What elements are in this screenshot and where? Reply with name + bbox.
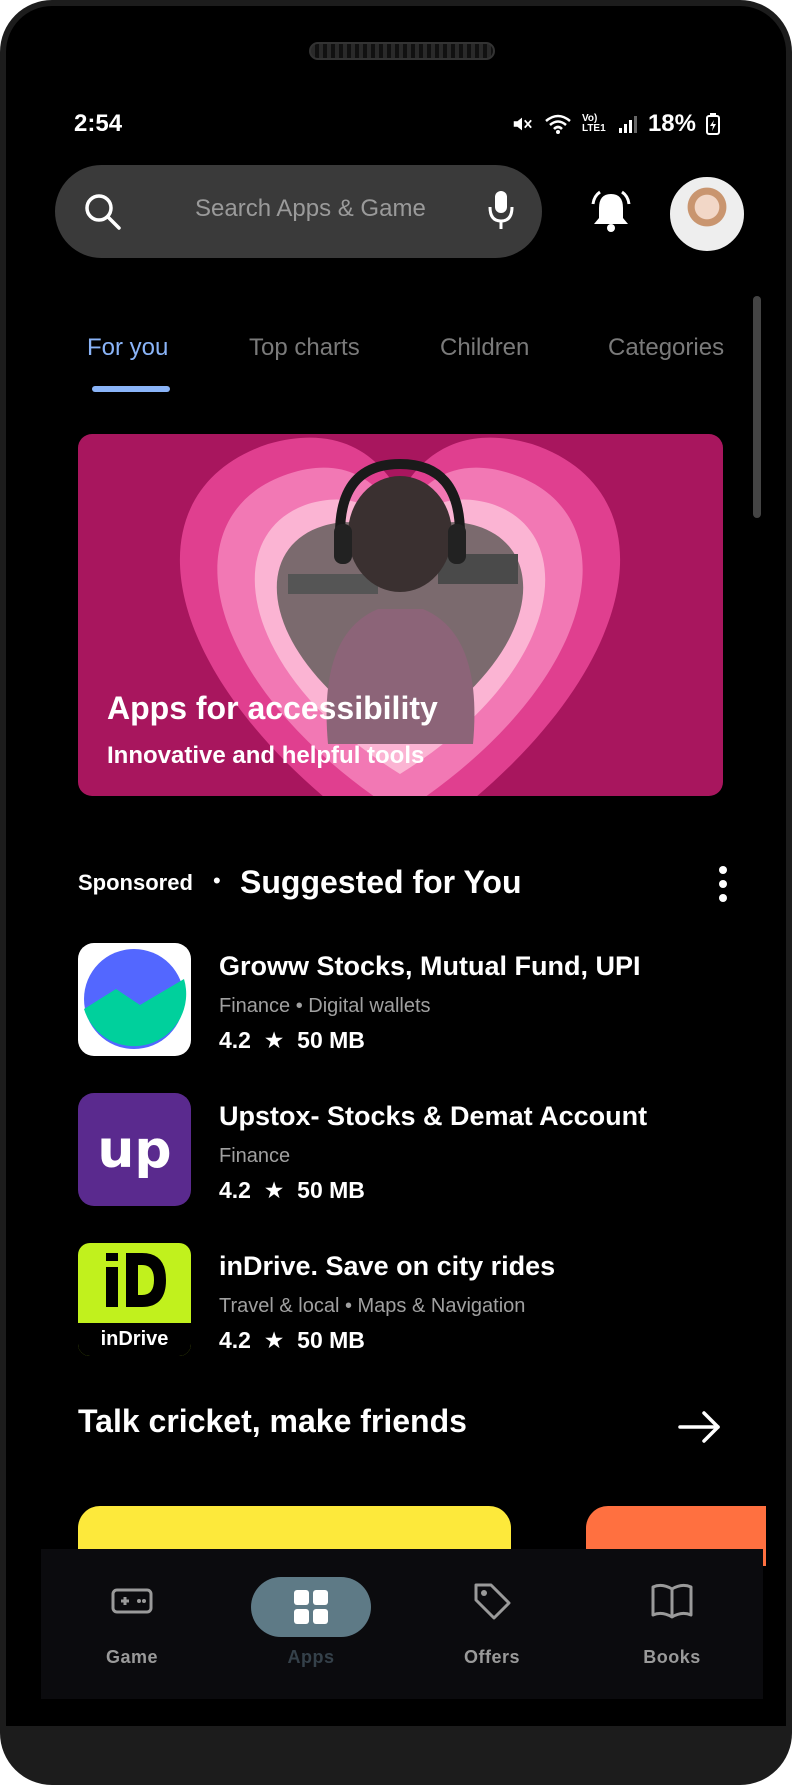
category-tabs: For you Top charts Children Categories: [6, 326, 786, 386]
app-meta: 4.2 ★ 50 MB: [219, 1177, 365, 1204]
app-size: 50 MB: [297, 1327, 365, 1353]
upstox-logo-text: up: [97, 1119, 172, 1180]
nav-label: Game: [105, 1647, 159, 1667]
nav-label: Offers: [463, 1647, 520, 1667]
star-icon: ★: [263, 1327, 285, 1353]
scrollbar[interactable]: [753, 296, 761, 518]
banner-title: Apps for accessibility: [107, 690, 438, 726]
app-size: 50 MB: [297, 1177, 365, 1203]
bottom-navigation: Game Apps Offers Books: [41, 1549, 763, 1699]
app-meta: 4.2 ★ 50 MB: [219, 1327, 365, 1354]
more-options-icon[interactable]: [708, 864, 738, 904]
app-list-item[interactable]: inDrive inDrive. Save on city rides Trav…: [78, 1243, 738, 1358]
nav-offers[interactable]: Offers: [417, 1549, 567, 1699]
phone-frame: 2:54 Vo) LTE1 18% Search Apps & Game For…: [0, 0, 792, 1785]
app-category: Travel & local • Maps & Navigation: [219, 1295, 526, 1317]
apps-grid-icon: [294, 1590, 328, 1624]
nav-label: Books: [643, 1647, 701, 1667]
search-icon: [85, 194, 121, 230]
app-list-item[interactable]: up Upstox- Stocks & Demat Account Financ…: [78, 1093, 738, 1208]
tab-children[interactable]: Children: [440, 334, 529, 362]
status-bar: 2:54 Vo) LTE1 18%: [6, 106, 786, 146]
suggested-section-header: Sponsored • Suggested for You: [78, 864, 738, 914]
search-input[interactable]: Search Apps & Game: [195, 195, 426, 223]
upstox-app-icon: up: [78, 1093, 191, 1206]
tab-top-charts[interactable]: Top charts: [249, 334, 360, 362]
screen: 2:54 Vo) LTE1 18% Search Apps & Game For…: [6, 6, 786, 1726]
star-icon: ★: [263, 1027, 285, 1053]
signal-icon: [618, 116, 637, 133]
gamepad-icon: [111, 1588, 153, 1614]
app-name: inDrive. Save on city rides: [219, 1251, 556, 1281]
battery-percent: 18%: [647, 110, 696, 137]
phone-speaker: [309, 42, 495, 60]
separator-dot: •: [213, 868, 221, 893]
app-rating: 4.2: [219, 1177, 251, 1203]
app-size: 50 MB: [297, 1027, 365, 1053]
app-category: Finance • Digital wallets: [219, 995, 431, 1017]
active-tab-indicator: [92, 386, 170, 392]
network-label: Vo) LTE1: [581, 113, 606, 134]
book-icon: [651, 1583, 693, 1619]
profile-avatar[interactable]: [670, 177, 744, 251]
app-meta: 4.2 ★ 50 MB: [219, 1027, 365, 1054]
tag-icon: [474, 1583, 511, 1620]
featured-banner[interactable]: Apps for accessibility Innovative and he…: [78, 434, 723, 796]
app-rating: 4.2: [219, 1027, 251, 1053]
cricket-section-title: Talk cricket, make friends: [78, 1403, 467, 1439]
wifi-icon: [545, 114, 571, 134]
status-time: 2:54: [74, 110, 123, 137]
indrive-app-icon: inDrive: [78, 1243, 191, 1356]
microphone-icon[interactable]: [486, 189, 516, 231]
sponsored-label: Sponsored: [78, 870, 193, 895]
mute-icon: [513, 117, 532, 131]
indrive-logo-text: inDrive: [100, 1328, 169, 1350]
nav-books[interactable]: Books: [597, 1549, 747, 1699]
nav-apps[interactable]: Apps: [236, 1549, 386, 1699]
section-title: Suggested for You: [240, 864, 522, 900]
nav-game[interactable]: Game: [57, 1549, 207, 1699]
app-list-item[interactable]: Groww Stocks, Mutual Fund, UPI Finance •…: [78, 943, 738, 1058]
app-category: Finance: [219, 1145, 291, 1167]
app-name: Upstox- Stocks & Demat Account: [219, 1101, 648, 1131]
arrow-right-icon[interactable]: [678, 1410, 722, 1444]
app-rating: 4.2: [219, 1327, 251, 1353]
banner-subtitle: Innovative and helpful tools: [107, 742, 425, 769]
search-bar[interactable]: Search Apps & Game: [55, 165, 542, 258]
groww-app-icon: [78, 943, 191, 1056]
star-icon: ★: [263, 1177, 285, 1203]
nav-label: Apps: [287, 1647, 335, 1667]
battery-charging-icon: [706, 113, 720, 135]
notifications-bell-icon[interactable]: [589, 190, 633, 234]
tab-for-you[interactable]: For you: [87, 334, 168, 362]
status-icons: Vo) LTE1 18%: [510, 110, 720, 138]
app-name: Groww Stocks, Mutual Fund, UPI: [219, 951, 641, 981]
tab-categories[interactable]: Categories: [608, 334, 724, 362]
